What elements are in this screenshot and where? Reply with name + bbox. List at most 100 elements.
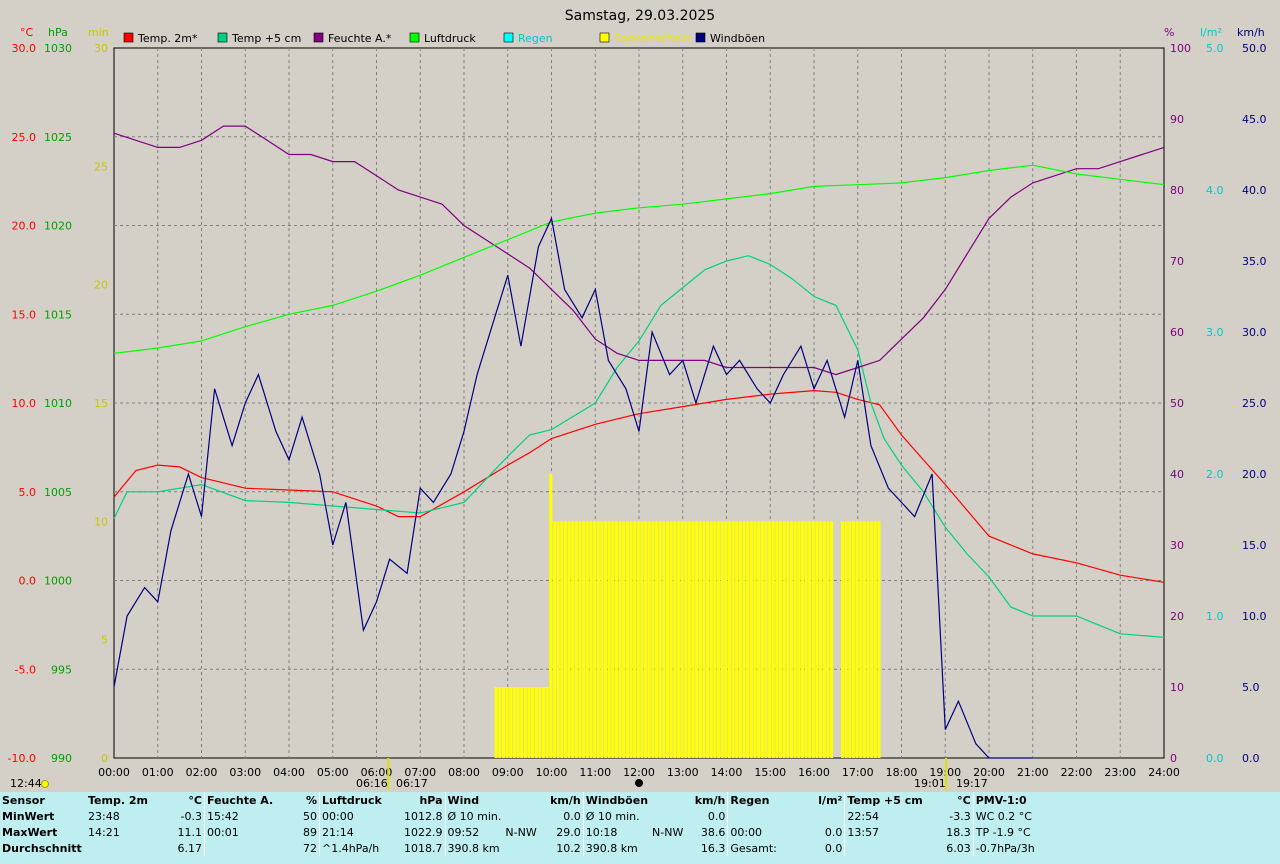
gust-min-label: Ø 10 min.: [582, 808, 651, 824]
legend-swatch: [313, 32, 324, 43]
sunshine-bar: [614, 521, 618, 758]
header-hum: Feuchte A.: [204, 792, 283, 808]
temp5-min-value: -3.3: [949, 809, 971, 823]
sunshine-bar: [855, 521, 859, 758]
axis-tick-label: 30: [1170, 539, 1184, 552]
axis-tick-label: 15.0: [1242, 539, 1267, 552]
sunshine-bar: [746, 521, 750, 758]
x-tick-label: 12:00: [623, 766, 655, 779]
axis-tick-label: 60: [1170, 326, 1184, 339]
legend-swatch: [599, 32, 610, 43]
axis-tick-label: 2.0: [1206, 468, 1224, 481]
sunshine-bar: [505, 687, 509, 758]
axis-tick-label: 50.0: [1242, 42, 1267, 55]
axis-tick-label: 10: [1170, 681, 1184, 694]
sunshine-bar: [819, 521, 823, 758]
sunshine-bar: [607, 521, 611, 758]
axis-tick-label: 5: [101, 634, 108, 647]
press-min-time: 00:00: [319, 808, 402, 824]
legend-swatch: [503, 32, 514, 43]
rain-total-value: 0.0: [824, 841, 843, 855]
temp5-avg-value: 6.03: [946, 841, 971, 855]
sunshine-bar: [640, 521, 644, 758]
axis-tick-label: 45.0: [1242, 113, 1267, 126]
sunset2-label: 19:17: [956, 777, 988, 790]
axis-tick-label: 30.0: [1242, 326, 1267, 339]
x-tick-label: 04:00: [273, 766, 305, 779]
x-tick-label: 18:00: [886, 766, 918, 779]
sunshine-bar: [571, 521, 575, 758]
sunshine-bar: [651, 521, 655, 758]
sunshine-bar: [793, 521, 797, 758]
header-gust: Windböen: [582, 792, 651, 808]
sunshine-bar: [665, 521, 670, 758]
header-wind-unit: km/h: [550, 793, 581, 807]
x-tick-label: 01:00: [142, 766, 174, 779]
x-tick-label: 09:00: [492, 766, 524, 779]
sunshine-bar: [840, 521, 845, 758]
sunshine-bar: [851, 521, 855, 758]
sunshine-bar: [542, 687, 546, 758]
rain-total-label: Gesamt:: [727, 840, 793, 856]
press-avg-value: 1018.7: [404, 841, 443, 855]
temp-max-time: 14:21: [88, 825, 120, 839]
sunshine-bar: [717, 521, 721, 758]
sunshine-bar: [811, 521, 815, 758]
legend-label: Temp. 2m*: [137, 32, 198, 45]
sunshine-bar: [574, 521, 578, 758]
rain-max-value: 0.0: [824, 825, 843, 839]
temp5-min-time: 22:54: [844, 808, 925, 824]
sunshine-bar: [727, 521, 732, 758]
sunshine-bar: [789, 521, 793, 758]
sunshine-bar: [534, 687, 538, 758]
gust-avg-value: 16.3: [700, 841, 726, 855]
sunshine-bar: [622, 521, 626, 758]
sunshine-bar: [800, 521, 804, 758]
x-tick-label: 13:00: [667, 766, 699, 779]
sunrise-label: 06:16: [356, 777, 388, 790]
sunshine-bar: [808, 521, 812, 758]
axis-unit-temp: °C: [20, 26, 34, 39]
header-temp5: Temp +5 cm: [844, 792, 925, 808]
sunshine-bar: [695, 521, 699, 758]
x-tick-label: 23:00: [1104, 766, 1136, 779]
legend-label: Feuchte A.*: [328, 32, 392, 45]
sunshine-bar: [556, 521, 560, 758]
x-tick-label: 14:00: [711, 766, 743, 779]
sunshine-bar: [549, 474, 553, 758]
sunrise2-label: 06:17: [396, 777, 428, 790]
x-tick-label: 03:00: [229, 766, 261, 779]
sunshine-bar: [768, 521, 772, 758]
sunshine-bar: [552, 521, 557, 758]
noon-icon: [635, 779, 643, 787]
sunshine-bar: [501, 687, 505, 758]
sunshine-bar: [760, 521, 764, 758]
wind-max-time: 09:52: [444, 824, 504, 840]
axis-tick-label: 5.0: [1242, 681, 1260, 694]
axis-tick-label: -5.0: [15, 663, 36, 676]
sunshine-bar: [509, 687, 513, 758]
sunshine-bar: [655, 521, 659, 758]
axis-tick-label: 20: [94, 279, 108, 292]
sunshine-bar: [822, 521, 826, 758]
sunshine-bar: [596, 521, 600, 758]
sunshine-bar: [658, 521, 662, 758]
press-max-time: 21:14: [319, 824, 402, 840]
x-tick-label: 15:00: [754, 766, 786, 779]
sunshine-bar: [523, 687, 527, 758]
header-press: Luftdruck: [319, 792, 402, 808]
rain-min-time: [727, 808, 793, 824]
axis-tick-label: 0: [1170, 752, 1177, 765]
axis-tick-label: 4.0: [1206, 184, 1224, 197]
sunshine-bar: [782, 521, 786, 758]
temp-max-value: 11.1: [177, 825, 203, 839]
pmv-press-trend: -0.7hPa/3h: [972, 840, 1068, 856]
gust-max-value: 38.6: [700, 825, 726, 839]
header-gust-unit: km/h: [694, 793, 726, 807]
rain-min-value: [792, 808, 845, 824]
row-label-min: MinWert: [2, 809, 55, 823]
axis-tick-label: 1010: [44, 397, 72, 410]
wind-min-dir: [503, 808, 538, 824]
rain-max-time: 00:00: [727, 824, 793, 840]
axis-tick-label: 0.0: [1206, 752, 1224, 765]
